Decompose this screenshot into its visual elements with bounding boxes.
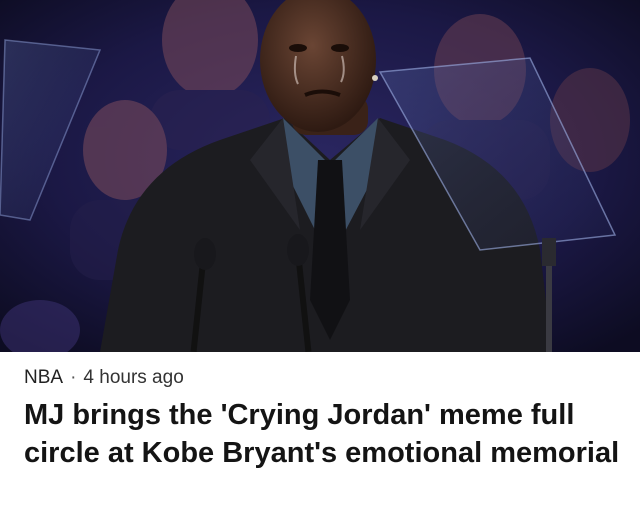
article-meta: NBA · 4 hours ago <box>24 366 184 390</box>
category-label[interactable]: NBA <box>24 367 63 389</box>
article-photo[interactable] <box>0 0 640 352</box>
article-card[interactable]: NBA · 4 hours ago MJ brings the 'Crying … <box>0 0 640 526</box>
meta-separator: · <box>70 367 77 388</box>
timestamp: 4 hours ago <box>83 367 184 388</box>
article-headline[interactable]: MJ brings the 'Crying Jordan' meme full … <box>24 396 624 472</box>
photo-illustration <box>0 0 640 352</box>
